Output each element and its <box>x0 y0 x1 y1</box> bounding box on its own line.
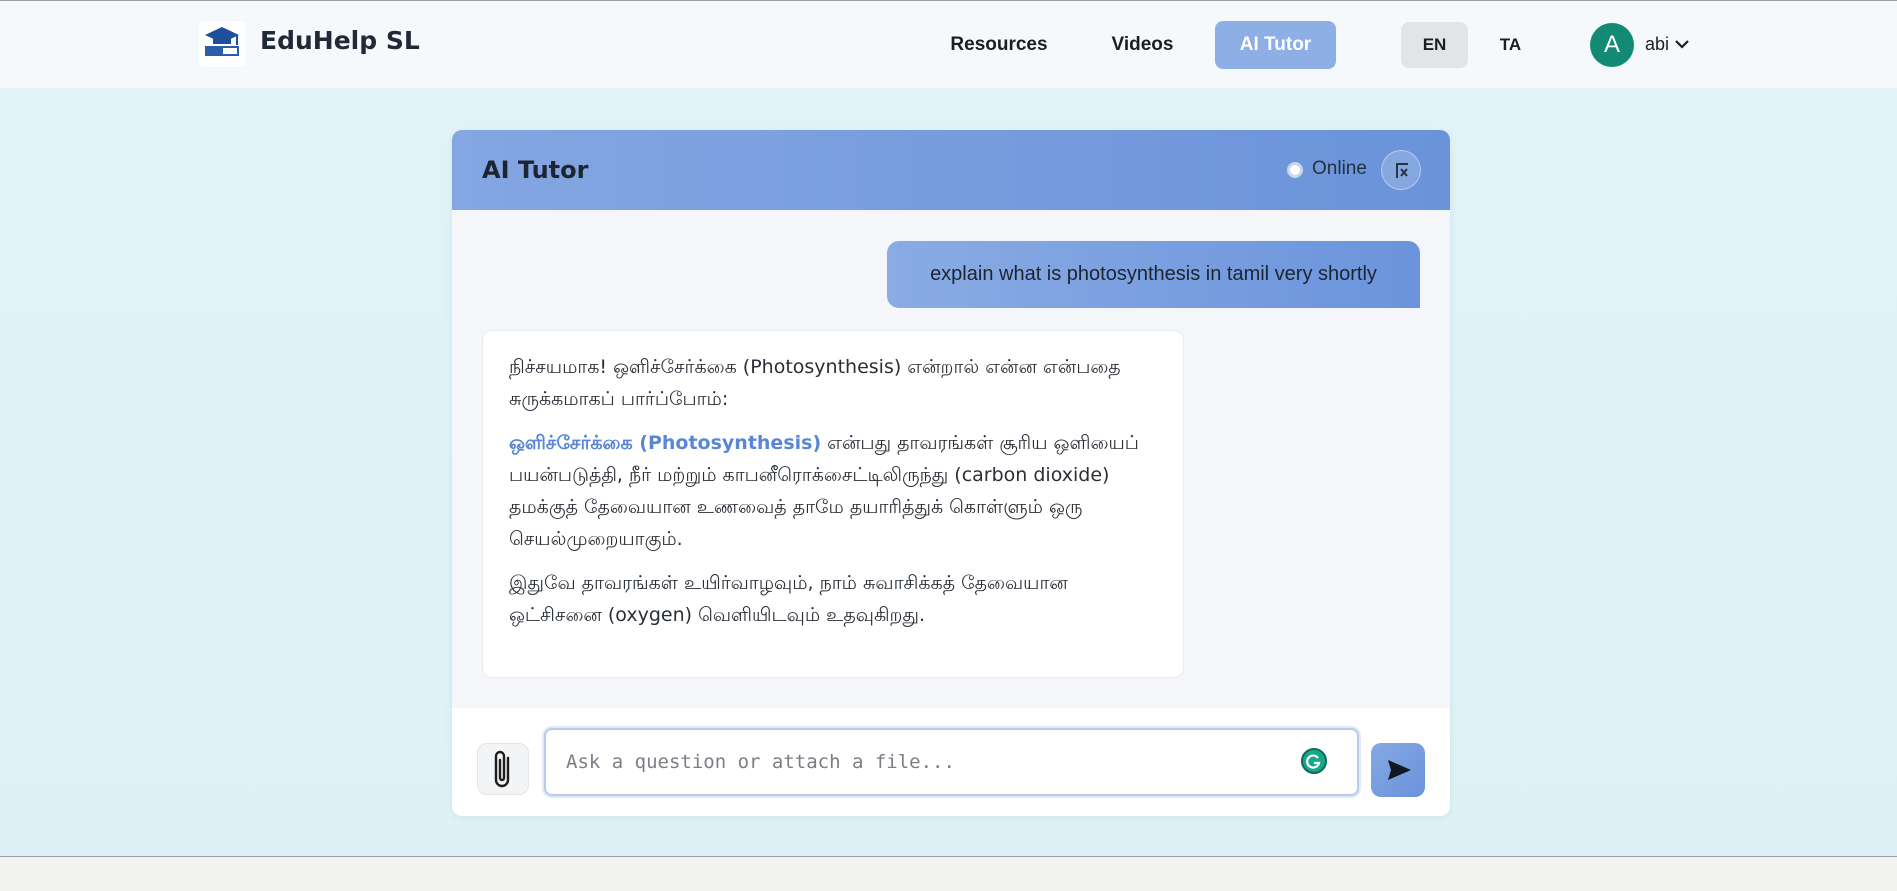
message-input[interactable] <box>544 728 1359 796</box>
top-navbar: EduHelp SL Resources Videos AI Tutor EN … <box>0 1 1897 89</box>
clear-chat-button[interactable] <box>1381 150 1421 190</box>
lang-ta-button[interactable]: TA <box>1477 22 1544 68</box>
chevron-down-icon[interactable] <box>1674 37 1690 51</box>
app-name: EduHelp SL <box>260 26 420 55</box>
user-name[interactable]: abi <box>1645 34 1669 55</box>
nav-ai-tutor[interactable]: AI Tutor <box>1215 21 1336 69</box>
status-text: Online <box>1312 158 1367 179</box>
nav-videos[interactable]: Videos <box>1091 21 1194 69</box>
clear-chat-icon <box>1396 163 1408 178</box>
nav-resources[interactable]: Resources <box>930 21 1068 69</box>
chat-header: AI Tutor Online <box>452 130 1450 210</box>
assistant-message: நிச்சயமாக! ஒளிச்சேர்க்கை (Photosynthesis… <box>482 330 1184 678</box>
paperclip-icon <box>494 750 510 788</box>
assistant-paragraph: நிச்சயமாக! ஒளிச்சேர்க்கை (Photosynthesis… <box>509 356 1121 410</box>
send-button[interactable] <box>1371 743 1425 797</box>
assistant-paragraph: ஒளிச்சேர்க்கை (Photosynthesis) என்பது தா… <box>509 427 1157 555</box>
status-indicator-icon <box>1287 162 1303 178</box>
lang-en-button[interactable]: EN <box>1401 22 1468 68</box>
attach-file-button[interactable] <box>477 743 529 795</box>
chat-panel: AI Tutor Online explain what is photosyn… <box>452 130 1450 816</box>
chat-title: AI Tutor <box>482 156 589 184</box>
grammarly-icon[interactable] <box>1301 748 1327 774</box>
composer <box>452 708 1450 816</box>
user-message: explain what is photosynthesis in tamil … <box>887 241 1420 308</box>
graduation-cap-logo-icon <box>205 27 239 56</box>
logo[interactable] <box>199 21 245 67</box>
send-icon <box>1388 760 1411 780</box>
avatar[interactable]: A <box>1590 23 1634 67</box>
highlight-term: ஒளிச்சேர்க்கை (Photosynthesis) <box>509 432 822 454</box>
assistant-paragraph: இதுவே தாவரங்கள் உயிர்வாழவும், நாம் சுவாச… <box>509 572 1068 626</box>
